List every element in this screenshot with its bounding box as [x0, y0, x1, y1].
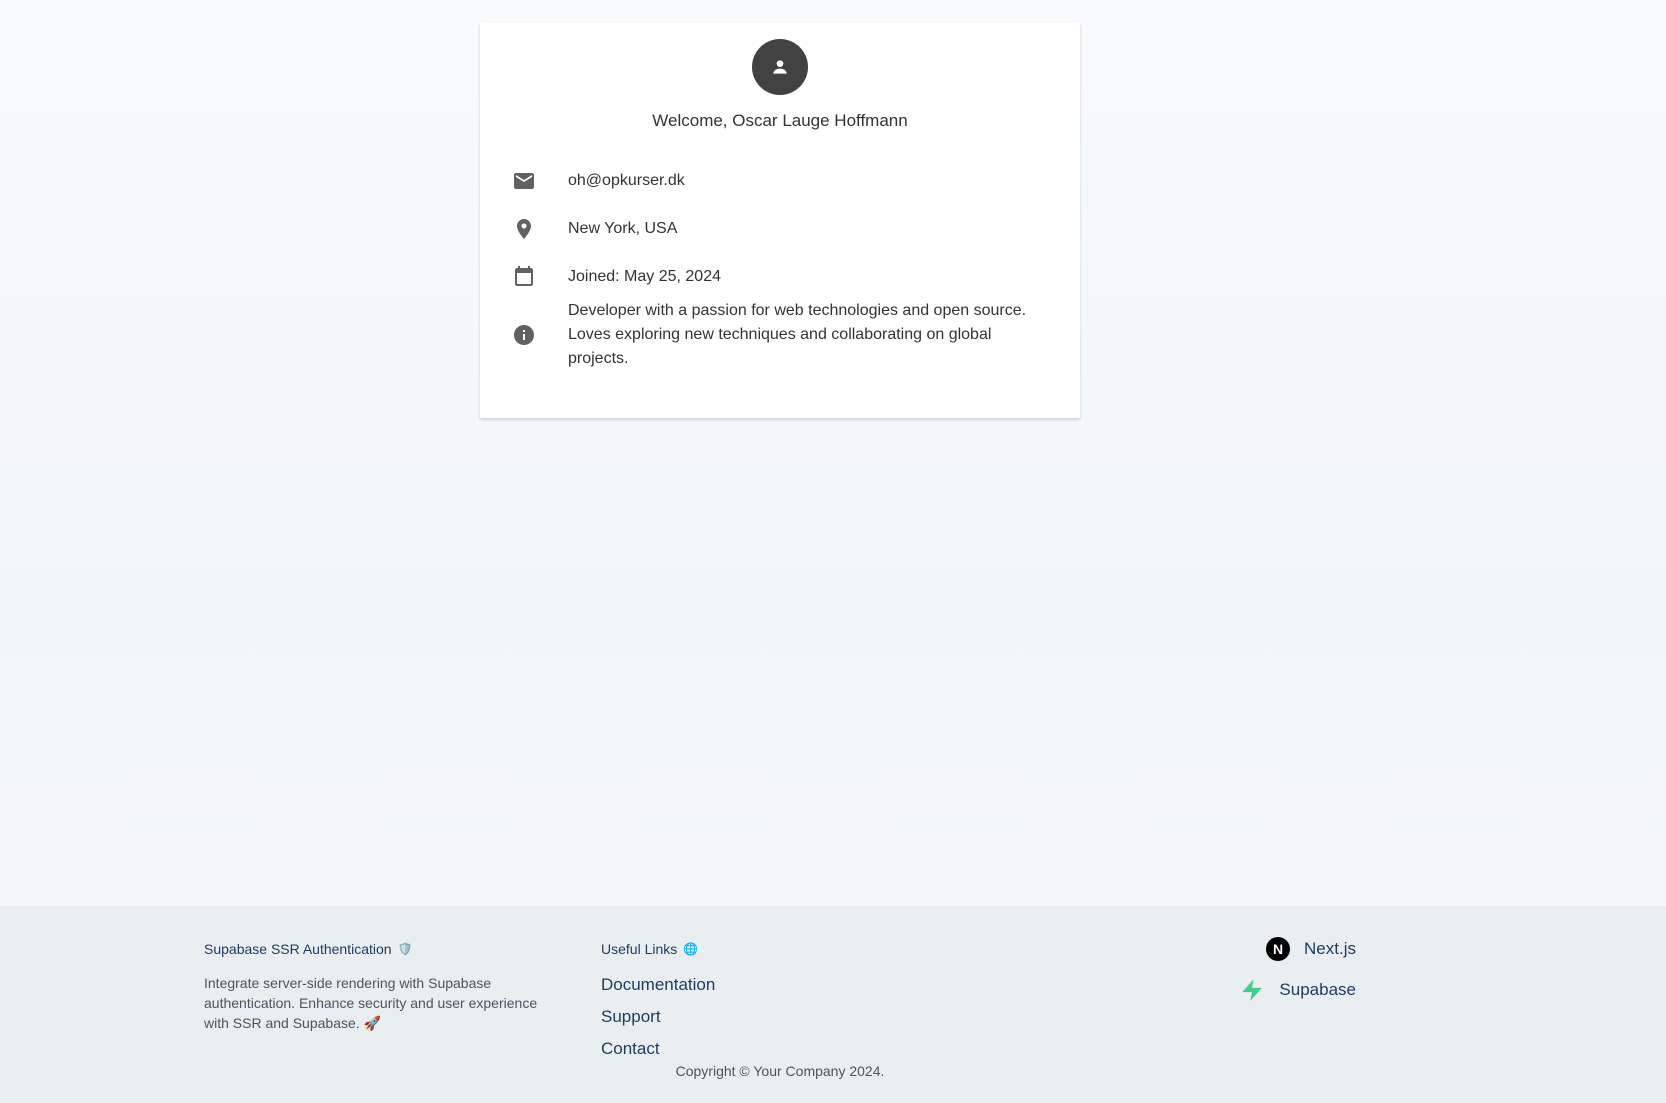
- globe-icon: 🌐: [683, 942, 699, 956]
- map-pin-icon: [517, 219, 531, 239]
- profile-email-row: oh@opkurser.dk: [480, 169, 1080, 193]
- profile-joined: Joined: May 25, 2024: [568, 268, 721, 285]
- footer-brand-title-text: Supabase SSR Authentication: [204, 941, 392, 957]
- profile-location-row: New York, USA: [480, 217, 1080, 241]
- person-icon: [773, 60, 787, 74]
- profile-joined-row: Joined: May 25, 2024: [480, 265, 1080, 289]
- profile-bio-row: Developer with a passion for web technol…: [480, 299, 1080, 371]
- calendar-icon: [515, 266, 533, 286]
- footer-link-support[interactable]: Support: [601, 1007, 661, 1027]
- avatar: [752, 39, 808, 95]
- footer-tech-supabase-label: Supabase: [1279, 980, 1356, 999]
- footer-link-documentation[interactable]: Documentation: [601, 975, 715, 995]
- footer-tech-supabase[interactable]: Supabase: [1239, 977, 1356, 1003]
- footer-description: Integrate server-side rendering with Sup…: [204, 975, 538, 1031]
- mail-icon: [514, 173, 534, 189]
- footer-tech-nextjs-label: Next.js: [1304, 939, 1356, 958]
- welcome-heading: Welcome, Oscar Lauge Hoffmann: [652, 111, 908, 130]
- footer-brand-title: Supabase SSR Authentication 🛡️: [204, 941, 413, 957]
- profile-location: New York, USA: [568, 220, 678, 237]
- shield-icon: 🛡️: [397, 942, 413, 956]
- footer-links-title: Useful Links 🌐: [601, 941, 698, 957]
- nextjs-logo-icon: N: [1266, 937, 1291, 961]
- footer: Supabase SSR Authentication 🛡️ Integrate…: [0, 906, 1666, 1103]
- footer-tech-nextjs[interactable]: N Next.js: [1266, 937, 1356, 961]
- profile-bio: Developer with a passion for web technol…: [568, 302, 1027, 367]
- profile-card: Welcome, Oscar Lauge Hoffmann oh@opkurse…: [480, 23, 1080, 418]
- supabase-logo-icon: [1242, 979, 1263, 1001]
- info-icon: [514, 325, 534, 345]
- profile-email: oh@opkurser.dk: [568, 172, 685, 189]
- main-content: Welcome, Oscar Lauge Hoffmann oh@opkurse…: [0, 0, 1666, 906]
- copyright: Copyright © Your Company 2024.: [675, 1063, 885, 1079]
- footer-link-contact[interactable]: Contact: [601, 1039, 660, 1059]
- footer-links-title-text: Useful Links: [601, 941, 678, 957]
